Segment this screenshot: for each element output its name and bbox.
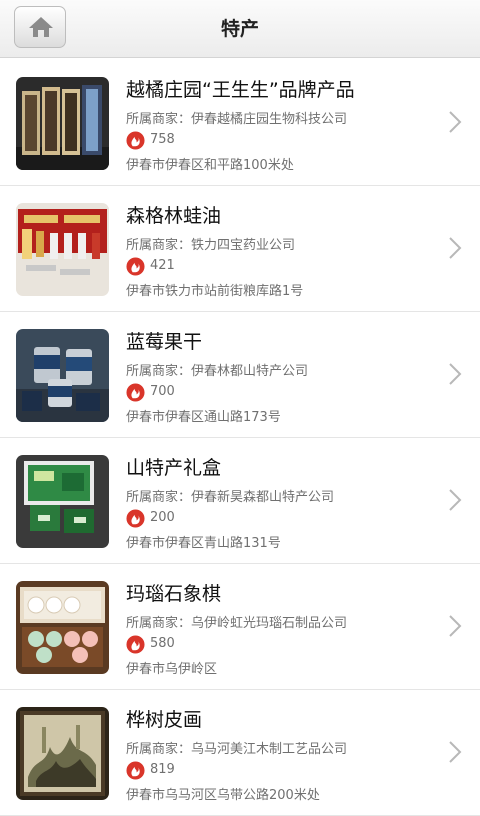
view-count: 580 — [126, 634, 175, 654]
list-item[interactable]: 山特产礼盒 所属商家：伊春新昊森都山特产公司 200 伊春市伊春区青山路131号 — [0, 438, 480, 564]
chevron-right-icon — [449, 741, 462, 763]
fire-icon — [126, 508, 145, 528]
title-bar: 特产 — [0, 0, 480, 58]
fire-icon — [126, 382, 145, 402]
address-label: 伊春市伊春区青山路131号 — [126, 536, 281, 551]
fire-icon — [126, 256, 145, 276]
list-item[interactable]: 越橘庄园“王生生”品牌产品 所属商家：伊春越橘庄园生物科技公司 758 伊春市伊… — [0, 60, 480, 186]
product-thumbnail — [16, 203, 109, 296]
view-count: 700 — [126, 382, 175, 402]
merchant-label: 所属商家：铁力四宝药业公司 — [126, 238, 296, 253]
page-title: 特产 — [220, 18, 259, 40]
merchant-label: 所属商家：伊春新昊森都山特产公司 — [126, 490, 335, 505]
list-item[interactable]: 森格林蛙油 所属商家：铁力四宝药业公司 421 伊春市铁力市站前街粮库路1号 — [0, 186, 480, 312]
fire-icon — [126, 760, 145, 780]
list-item[interactable]: 桦树皮画 所属商家：乌马河美江木制工艺品公司 819 伊春市乌马河区乌带公路20… — [0, 690, 480, 816]
address-label: 伊春市伊春区通山路173号 — [126, 410, 281, 425]
view-count: 421 — [126, 256, 175, 276]
chevron-right-icon — [449, 489, 462, 511]
address-label: 伊春市铁力市站前街粮库路1号 — [126, 284, 304, 299]
list-item[interactable]: 玛瑙石象棋 所属商家：乌伊岭虹光玛瑙石制品公司 580 伊春市乌伊岭区 — [0, 564, 480, 690]
address-label: 伊春市乌伊岭区 — [126, 662, 218, 677]
view-count: 758 — [126, 130, 175, 150]
product-thumbnail — [16, 707, 109, 800]
chevron-right-icon — [449, 237, 462, 259]
address-label: 伊春市伊春区和平路100米处 — [126, 158, 294, 173]
product-thumbnail — [16, 77, 109, 170]
product-name: 森格林蛙油 — [126, 205, 222, 227]
view-count: 200 — [126, 508, 175, 528]
product-thumbnail — [16, 581, 109, 674]
product-name: 玛瑙石象棋 — [126, 583, 222, 605]
product-name: 山特产礼盒 — [126, 457, 222, 479]
list-item[interactable]: 蓝莓果干 所属商家：伊春林都山特产公司 700 伊春市伊春区通山路173号 — [0, 312, 480, 438]
fire-icon — [126, 634, 145, 654]
view-count: 819 — [126, 760, 175, 780]
merchant-label: 所属商家：伊春林都山特产公司 — [126, 364, 309, 379]
product-name: 桦树皮画 — [126, 709, 203, 731]
product-name: 越橘庄园“王生生”品牌产品 — [126, 79, 355, 101]
merchant-label: 所属商家：伊春越橘庄园生物科技公司 — [126, 112, 348, 127]
chevron-right-icon — [449, 111, 462, 133]
merchant-label: 所属商家：乌伊岭虹光玛瑙石制品公司 — [126, 616, 348, 631]
product-name: 蓝莓果干 — [126, 331, 203, 353]
product-list: 越橘庄园“王生生”品牌产品 所属商家：伊春越橘庄园生物科技公司 758 伊春市伊… — [0, 60, 480, 816]
chevron-right-icon — [449, 615, 462, 637]
address-label: 伊春市乌马河区乌带公路200米处 — [126, 788, 320, 803]
product-thumbnail — [16, 329, 109, 422]
product-thumbnail — [16, 455, 109, 548]
chevron-right-icon — [449, 363, 462, 385]
merchant-label: 所属商家：乌马河美江木制工艺品公司 — [126, 742, 348, 757]
fire-icon — [126, 130, 145, 150]
